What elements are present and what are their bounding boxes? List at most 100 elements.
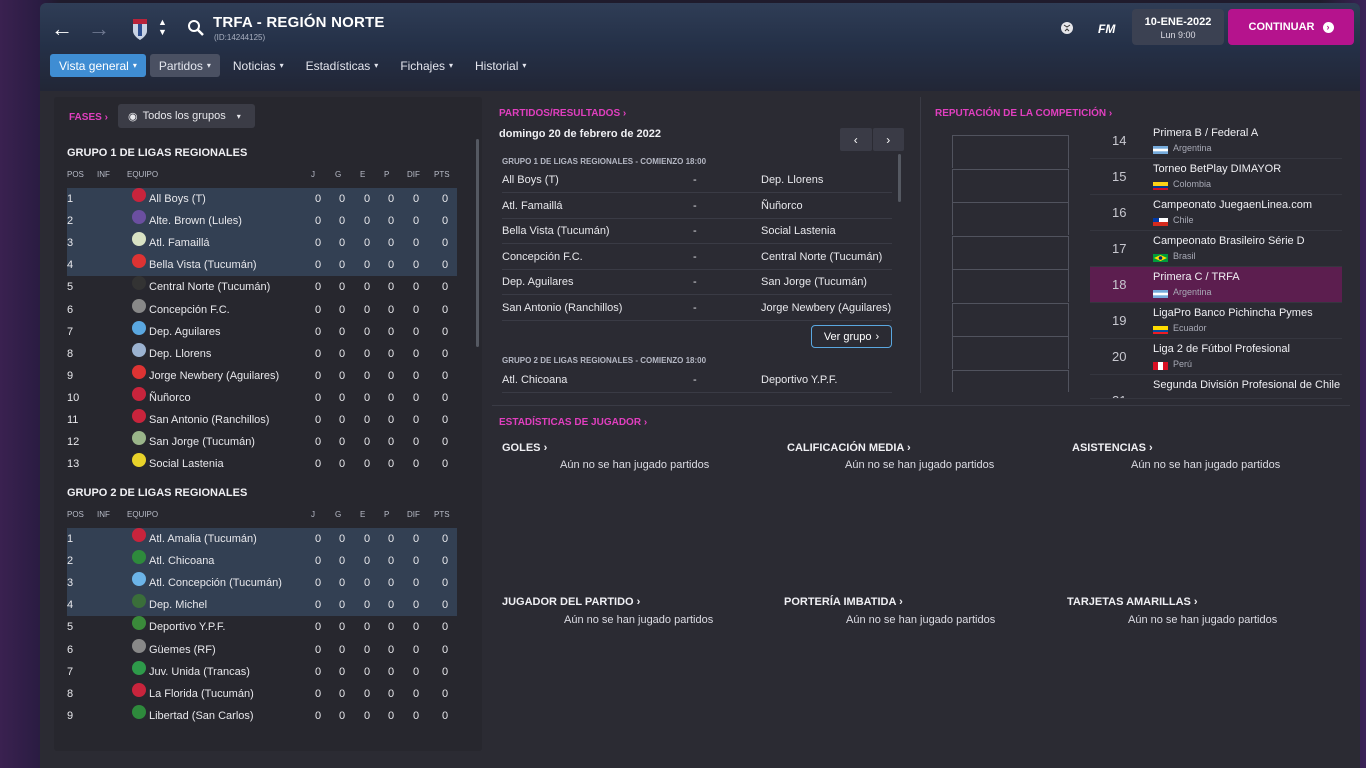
goals-title[interactable]: GOLES ›: [502, 442, 547, 454]
back-arrow-icon[interactable]: ←: [50, 16, 74, 41]
game-date[interactable]: 10-ENE-2022 Lun 9:00: [1132, 9, 1224, 45]
table-row[interactable]: 12 San Jorge (Tucumán) 0 0 0 0 0 0: [67, 431, 457, 453]
clean-sheets-title[interactable]: PORTERÍA IMBATIDA ›: [784, 596, 903, 608]
scrollbar[interactable]: [898, 154, 901, 202]
table-row[interactable]: 3 Atl. Concepción (Tucumán) 0 0 0 0 0 0: [67, 572, 457, 595]
col-g[interactable]: G: [335, 510, 341, 519]
col-dif[interactable]: DIF: [407, 170, 420, 179]
table-row[interactable]: 5 Deportivo Y.P.F. 0 0 0 0 0 0: [67, 616, 457, 638]
team-name[interactable]: Concepción F.C.: [149, 299, 230, 321]
next-date-button[interactable]: ›: [872, 128, 904, 151]
col-j[interactable]: J: [311, 170, 315, 179]
col-inf[interactable]: INF: [97, 510, 110, 519]
home-team[interactable]: Dep. Aguilares: [502, 270, 574, 295]
reputation-row[interactable]: 21 Segunda División Profesional de Chile: [1090, 375, 1342, 399]
tab-partidos[interactable]: Partidos ▾: [149, 54, 220, 77]
competition-name[interactable]: Campeonato JuegaenLinea.com: [1153, 199, 1312, 211]
competition-name[interactable]: LigaPro Banco Pichincha Pymes: [1153, 307, 1313, 319]
home-team[interactable]: All Boys (T): [502, 168, 559, 193]
potm-title[interactable]: JUGADOR DEL PARTIDO ›: [502, 596, 640, 608]
table-row[interactable]: 1 Atl. Amalia (Tucumán) 0 0 0 0 0 0: [67, 528, 457, 550]
search-icon[interactable]: [187, 19, 205, 37]
fm-logo-icon[interactable]: FM: [1098, 22, 1115, 36]
away-team[interactable]: Jorge Newbery (Aguilares): [761, 296, 891, 321]
home-team[interactable]: Atl. Famaillá: [502, 194, 563, 219]
reputation-row[interactable]: 16 Campeonato JuegaenLinea.com Chile: [1090, 195, 1342, 231]
competition-name[interactable]: Campeonato Brasileiro Série D: [1153, 235, 1305, 247]
col-e[interactable]: E: [360, 170, 365, 179]
home-team[interactable]: Bella Vista (Tucumán): [502, 219, 610, 244]
fixture-row[interactable]: San Antonio (Ranchillos) - Jorge Newbery (…: [502, 296, 892, 321]
prev-date-button[interactable]: ‹: [840, 128, 872, 151]
team-name[interactable]: Bella Vista (Tucumán): [149, 254, 257, 276]
avg-rating-title[interactable]: CALIFICACIÓN MEDIA ›: [787, 442, 911, 454]
table-row[interactable]: 4 Bella Vista (Tucumán) 0 0 0 0 0 0: [67, 254, 457, 277]
table-row[interactable]: 7 Dep. Aguilares 0 0 0 0 0 0: [67, 320, 457, 343]
competition-name[interactable]: Segunda División Profesional de Chile: [1153, 379, 1340, 391]
table-row[interactable]: 3 Atl. Famaillá 0 0 0 0 0 0: [67, 232, 457, 255]
competition-name[interactable]: Primera B / Federal A: [1153, 127, 1258, 139]
reputation-row[interactable]: 14 Primera B / Federal A Argentina: [1090, 123, 1342, 159]
fixture-row[interactable]: All Boys (T) - Dep. Llorens: [502, 168, 892, 193]
table-row[interactable]: 11 San Antonio (Ranchillos) 0 0 0 0 0 0: [67, 409, 457, 431]
home-team[interactable]: San Antonio (Ranchillos): [502, 296, 622, 321]
globe-icon[interactable]: [1060, 21, 1074, 35]
away-team[interactable]: Deportivo Y.P.F.: [761, 368, 837, 393]
view-group-button[interactable]: Ver grupo ›: [811, 325, 892, 348]
assists-title[interactable]: ASISTENCIAS ›: [1072, 442, 1153, 454]
team-name[interactable]: All Boys (T): [149, 188, 206, 210]
tab-vista-general[interactable]: Vista general ▾: [50, 54, 146, 77]
col-team[interactable]: EQUIPO: [127, 170, 158, 179]
team-name[interactable]: Social Lastenia: [149, 453, 224, 475]
reputation-header[interactable]: REPUTACIÓN DE LA COMPETICIÓN ›: [935, 108, 1112, 119]
table-row[interactable]: 8 La Florida (Tucumán) 0 0 0 0 0 0: [67, 682, 457, 705]
forward-arrow-icon[interactable]: →: [87, 16, 111, 41]
yellow-cards-title[interactable]: TARJETAS AMARILLAS ›: [1067, 596, 1198, 608]
tab-estadisticas[interactable]: Estadísticas ▾: [297, 54, 388, 77]
fases-header[interactable]: FASES ›: [69, 112, 108, 123]
col-e[interactable]: E: [360, 510, 365, 519]
team-name[interactable]: Ñuñorco: [149, 387, 191, 409]
continue-button[interactable]: CONTINUAR ›: [1228, 9, 1354, 45]
fixture-row[interactable]: Bella Vista (Tucumán) - Social Lastenia: [502, 219, 892, 244]
col-j[interactable]: J: [311, 510, 315, 519]
table-row[interactable]: 13 Social Lastenia 0 0 0 0 0 0: [67, 453, 457, 475]
team-name[interactable]: San Antonio (Ranchillos): [149, 409, 269, 431]
team-name[interactable]: Dep. Llorens: [149, 343, 211, 365]
table-row[interactable]: 5 Central Norte (Tucumán) 0 0 0 0 0 0: [67, 276, 457, 298]
fixture-row[interactable]: Dep. Aguilares - San Jorge (Tucumán): [502, 270, 892, 295]
tab-historial[interactable]: Historial ▾: [466, 54, 535, 77]
away-team[interactable]: Central Norte (Tucumán): [761, 245, 882, 270]
reputation-row[interactable]: 18 Primera C / TRFA Argentina: [1090, 267, 1342, 303]
col-p[interactable]: P: [384, 510, 389, 519]
team-name[interactable]: Alte. Brown (Lules): [149, 210, 242, 232]
team-name[interactable]: Juv. Unida (Trancas): [149, 661, 250, 683]
col-team[interactable]: EQUIPO: [127, 510, 158, 519]
competition-name[interactable]: Torneo BetPlay DIMAYOR: [1153, 163, 1281, 175]
team-name[interactable]: Dep. Michel: [149, 594, 207, 616]
team-name[interactable]: Atl. Chicoana: [149, 550, 214, 572]
team-name[interactable]: Jorge Newbery (Aguilares): [149, 365, 279, 387]
col-dif[interactable]: DIF: [407, 510, 420, 519]
col-g[interactable]: G: [335, 170, 341, 179]
reputation-row[interactable]: 17 Campeonato Brasileiro Série D Brasil: [1090, 231, 1342, 267]
team-name[interactable]: Güemes (RF): [149, 639, 216, 661]
table-row[interactable]: 4 Dep. Michel 0 0 0 0 0 0: [67, 594, 457, 617]
reputation-row[interactable]: 15 Torneo BetPlay DIMAYOR Colombia: [1090, 159, 1342, 195]
team-name[interactable]: La Florida (Tucumán): [149, 683, 254, 705]
team-name[interactable]: Deportivo Y.P.F.: [149, 616, 225, 638]
col-pos[interactable]: POS: [67, 510, 84, 519]
col-p[interactable]: P: [384, 170, 389, 179]
team-name[interactable]: Atl. Amalia (Tucumán): [149, 528, 257, 550]
fixture-row[interactable]: Concepción F.C. - Central Norte (Tucumán): [502, 245, 892, 270]
away-team[interactable]: Dep. Llorens: [761, 168, 823, 193]
team-name[interactable]: Atl. Concepción (Tucumán): [149, 572, 282, 594]
table-row[interactable]: 10 Ñuñorco 0 0 0 0 0 0: [67, 386, 457, 409]
table-row[interactable]: 7 Juv. Unida (Trancas) 0 0 0 0 0 0: [67, 660, 457, 683]
scrollbar[interactable]: [476, 139, 479, 347]
home-team[interactable]: Atl. Chicoana: [502, 368, 567, 393]
team-name[interactable]: Central Norte (Tucumán): [149, 276, 270, 298]
away-team[interactable]: Social Lastenia: [761, 219, 836, 244]
table-row[interactable]: 6 Güemes (RF) 0 0 0 0 0 0: [67, 638, 457, 661]
table-row[interactable]: 2 Alte. Brown (Lules) 0 0 0 0 0 0: [67, 210, 457, 233]
